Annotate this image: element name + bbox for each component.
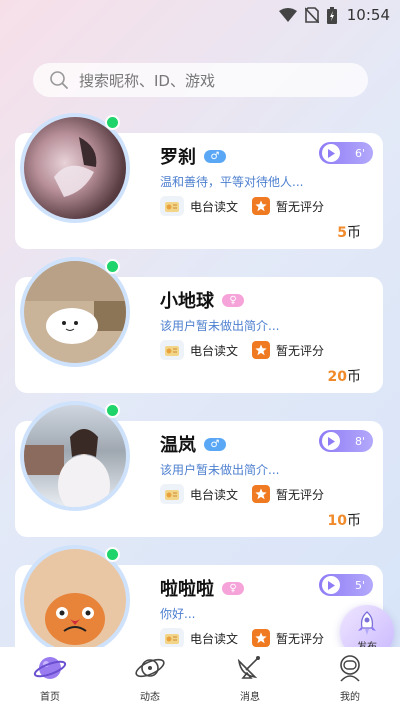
galaxy-icon bbox=[135, 658, 165, 678]
online-indicator bbox=[105, 259, 120, 274]
gender-male-icon: ♂ bbox=[204, 437, 226, 451]
user-name: 罗刹 bbox=[160, 147, 196, 168]
radio-category-icon bbox=[160, 484, 184, 504]
category-tag: 电台读文 bbox=[160, 196, 238, 216]
online-indicator bbox=[105, 547, 120, 562]
tab-home[interactable]: 首页 bbox=[10, 651, 90, 703]
price-number: 20 bbox=[327, 369, 347, 385]
voice-play-button[interactable]: 8' bbox=[319, 430, 373, 452]
gender-female-icon: ♀ bbox=[222, 581, 244, 595]
voice-duration: 8' bbox=[354, 434, 365, 448]
bottom-tab-bar: 首页 动态 消息 我的 bbox=[0, 647, 400, 711]
user-name: 啦啦啦 bbox=[160, 579, 214, 600]
tab-label: 我的 bbox=[340, 692, 360, 703]
tab-label: 动态 bbox=[140, 692, 160, 703]
wifi-icon bbox=[278, 8, 297, 22]
gender-male-icon: ♂ bbox=[204, 149, 226, 163]
radio-category-icon bbox=[160, 628, 184, 648]
category-label: 电台读文 bbox=[190, 199, 239, 214]
price: 5币 bbox=[337, 222, 361, 242]
category-tag: 电台读文 bbox=[160, 484, 238, 504]
astronaut-icon bbox=[340, 655, 360, 682]
voice-duration: 6' bbox=[354, 146, 365, 160]
battery-icon bbox=[326, 6, 337, 24]
rating-tag: 暂无评分 bbox=[252, 629, 324, 647]
voice-duration: 5' bbox=[354, 578, 365, 592]
status-time: 10:54 bbox=[346, 6, 390, 24]
rating-tag: 暂无评分 bbox=[252, 485, 324, 503]
category-label: 电台读文 bbox=[190, 343, 239, 358]
search-placeholder: 搜索昵称、ID、游戏 bbox=[79, 71, 215, 90]
price: 20币 bbox=[328, 366, 361, 386]
price: 10币 bbox=[328, 510, 361, 530]
radio-category-icon bbox=[160, 196, 184, 216]
rating-label: 暂无评分 bbox=[276, 199, 325, 214]
play-icon bbox=[322, 576, 340, 594]
gender-female-icon: ♀ bbox=[222, 293, 244, 307]
price-unit: 币 bbox=[347, 369, 361, 385]
avatar[interactable] bbox=[20, 545, 130, 655]
voice-play-button[interactable]: 6' bbox=[319, 142, 373, 164]
rating-label: 暂无评分 bbox=[276, 487, 325, 502]
user-bio: 温和善待，平等对待他人... bbox=[160, 175, 304, 189]
price-unit: 币 bbox=[347, 225, 361, 241]
satellite-dish-icon bbox=[237, 656, 260, 679]
price-number: 10 bbox=[327, 513, 347, 529]
status-bar: 10:54 bbox=[0, 0, 400, 30]
online-indicator bbox=[105, 115, 120, 130]
play-icon bbox=[322, 432, 340, 450]
tab-feed[interactable]: 动态 bbox=[110, 651, 190, 703]
user-bio: 该用户暂未做出简介... bbox=[160, 319, 280, 333]
tab-messages[interactable]: 消息 bbox=[210, 651, 290, 703]
tab-profile[interactable]: 我的 bbox=[310, 651, 390, 703]
price-number: 5 bbox=[337, 225, 347, 241]
avatar[interactable] bbox=[20, 113, 130, 223]
price-unit: 币 bbox=[347, 513, 361, 529]
planet-icon bbox=[33, 657, 67, 679]
category-label: 电台读文 bbox=[190, 631, 239, 646]
category-tag: 电台读文 bbox=[160, 628, 238, 648]
avatar[interactable] bbox=[20, 257, 130, 367]
rating-label: 暂无评分 bbox=[276, 631, 325, 646]
star-icon bbox=[252, 485, 271, 503]
user-bio: 你好... bbox=[160, 607, 196, 621]
radio-category-icon bbox=[160, 340, 184, 360]
user-bio: 该用户暂未做出简介... bbox=[160, 463, 280, 477]
avatar[interactable] bbox=[20, 401, 130, 511]
search-input[interactable]: 搜索昵称、ID、游戏 bbox=[33, 63, 368, 97]
online-indicator bbox=[105, 403, 120, 418]
star-icon bbox=[252, 197, 271, 215]
user-name: 小地球 bbox=[160, 291, 214, 312]
play-icon bbox=[322, 144, 340, 162]
star-icon bbox=[252, 341, 271, 359]
no-sim-icon bbox=[304, 7, 319, 23]
tab-label: 消息 bbox=[240, 692, 260, 703]
search-icon bbox=[50, 71, 68, 89]
rocket-icon bbox=[358, 611, 376, 635]
star-icon bbox=[252, 629, 271, 647]
tab-label: 首页 bbox=[40, 692, 60, 703]
category-tag: 电台读文 bbox=[160, 340, 238, 360]
voice-play-button[interactable]: 5' bbox=[319, 574, 373, 596]
user-name: 温岚 bbox=[160, 435, 196, 456]
category-label: 电台读文 bbox=[190, 487, 239, 502]
rating-tag: 暂无评分 bbox=[252, 197, 324, 215]
rating-label: 暂无评分 bbox=[276, 343, 325, 358]
rating-tag: 暂无评分 bbox=[252, 341, 324, 359]
